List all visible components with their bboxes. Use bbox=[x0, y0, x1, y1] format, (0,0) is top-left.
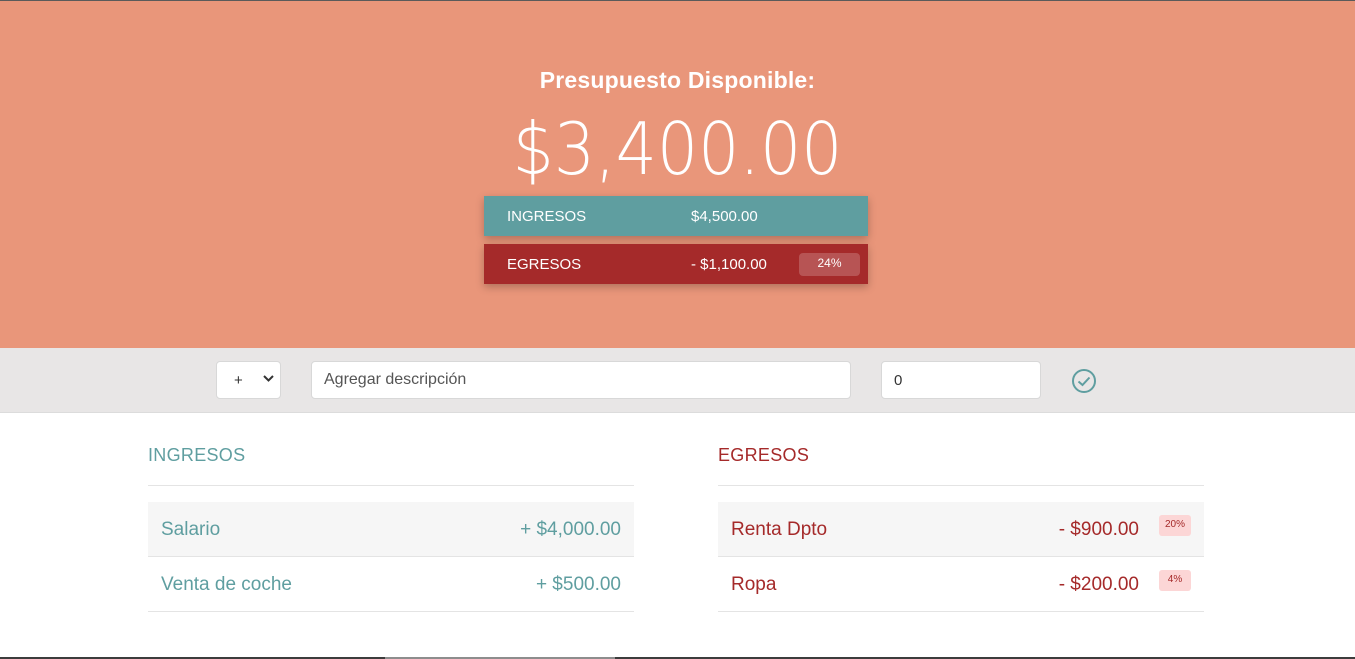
available-budget-amount: $3,400.00 bbox=[512, 107, 843, 191]
income-description: Venta de coche bbox=[161, 574, 292, 595]
expense-list-title: EGRESOS bbox=[718, 445, 810, 465]
expense-list-divider bbox=[718, 485, 1204, 486]
description-input[interactable] bbox=[311, 361, 851, 399]
income-description: Salario bbox=[161, 519, 221, 540]
expense-description: Renta Dpto bbox=[731, 519, 828, 540]
income-summary-value: $4,500.00 bbox=[691, 208, 758, 225]
type-select-value: + bbox=[234, 372, 243, 389]
expense-percentage-badge: 24% bbox=[799, 253, 860, 276]
budget-header: Presupuesto Disponible: $3,400.00 INGRES… bbox=[0, 1, 1355, 348]
income-summary-label: INGRESOS bbox=[507, 208, 587, 225]
expense-row[interactable]: Ropa - $200.00 4% bbox=[718, 557, 1204, 612]
type-select[interactable]: + bbox=[216, 361, 281, 399]
page-title: Presupuesto Disponible: bbox=[539, 67, 816, 93]
expense-percentage-badge: 20% bbox=[1159, 515, 1191, 536]
income-summary: INGRESOS $4,500.00 bbox=[484, 196, 868, 236]
value-input[interactable] bbox=[881, 361, 1041, 399]
income-row[interactable]: Venta de coche + $500.00 bbox=[148, 557, 634, 612]
expense-row[interactable]: Renta Dpto - $900.00 20% bbox=[718, 502, 1204, 557]
expense-summary-value: - $1,100.00 bbox=[691, 256, 767, 273]
add-item-form: + bbox=[0, 348, 1355, 413]
income-amount: + $4,000.00 bbox=[520, 519, 621, 540]
expense-amount: - $200.00 bbox=[1058, 574, 1139, 595]
expense-summary: EGRESOS - $1,100.00 24% bbox=[484, 244, 868, 284]
add-item-button[interactable] bbox=[1071, 368, 1097, 394]
expense-amount: - $900.00 bbox=[1058, 519, 1139, 540]
income-amount: + $500.00 bbox=[535, 574, 621, 595]
expense-percentage-badge: 4% bbox=[1159, 570, 1191, 591]
check-circle-icon bbox=[1072, 369, 1096, 393]
income-row[interactable]: Salario + $4,000.00 bbox=[148, 502, 634, 557]
income-list-title: INGRESOS bbox=[148, 445, 246, 465]
expense-description: Ropa bbox=[731, 574, 777, 595]
chevron-down-icon bbox=[263, 371, 274, 388]
income-list-divider bbox=[148, 485, 634, 486]
expense-summary-label: EGRESOS bbox=[507, 256, 582, 273]
